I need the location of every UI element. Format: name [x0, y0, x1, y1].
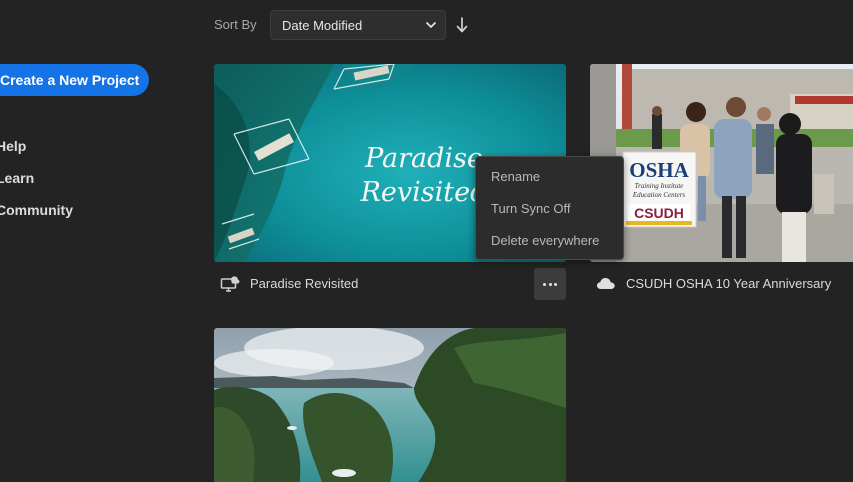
- project-context-menu: Rename Turn Sync Off Delete everywhere: [475, 156, 624, 260]
- thumbnail-title-line-2: Revisited: [360, 177, 488, 208]
- project-thumbnail-csudh-osha[interactable]: OSHA Training Institute Education Center…: [590, 64, 853, 262]
- local-computer-sync-icon: [220, 276, 240, 292]
- project-thumbnail-lagoon[interactable]: [214, 328, 566, 482]
- nav-link-help[interactable]: Help: [0, 137, 26, 155]
- sign-csudh-text: CSUDH: [634, 205, 684, 221]
- sort-by-dropdown[interactable]: Date Modified: [270, 10, 446, 40]
- sign-education-text: Education Centers: [632, 191, 686, 199]
- more-options-button[interactable]: [534, 268, 566, 300]
- menu-item-delete-everywhere[interactable]: Delete everywhere: [476, 225, 623, 257]
- sign-osha-text: OSHA: [629, 158, 689, 182]
- more-dot-icon: [548, 283, 552, 286]
- project-title-paradise-revisited[interactable]: Paradise Revisited: [250, 276, 358, 292]
- sign-training-text: Training Institute: [635, 182, 684, 190]
- cloud-icon: [597, 278, 615, 289]
- chevron-down-icon: [426, 22, 436, 28]
- nav-link-learn[interactable]: Learn: [0, 169, 34, 187]
- more-dot-icon: [554, 283, 557, 286]
- thumbnail-title-line-1: Paradise: [364, 143, 483, 174]
- menu-item-rename[interactable]: Rename: [476, 161, 623, 193]
- more-dot-icon: [543, 283, 546, 286]
- menu-item-turn-sync-off[interactable]: Turn Sync Off: [476, 193, 623, 225]
- sort-by-label: Sort By: [214, 17, 257, 32]
- sort-by-selected-value: Date Modified: [282, 18, 363, 33]
- app-window: Create a New Project Help Learn Communit…: [0, 0, 853, 482]
- nav-link-community[interactable]: Community: [0, 201, 73, 219]
- project-title-csudh-osha[interactable]: CSUDH OSHA 10 Year Anniversary: [626, 276, 831, 292]
- sort-direction-arrow-down-icon[interactable]: [455, 16, 469, 34]
- create-new-project-button[interactable]: Create a New Project: [0, 64, 149, 96]
